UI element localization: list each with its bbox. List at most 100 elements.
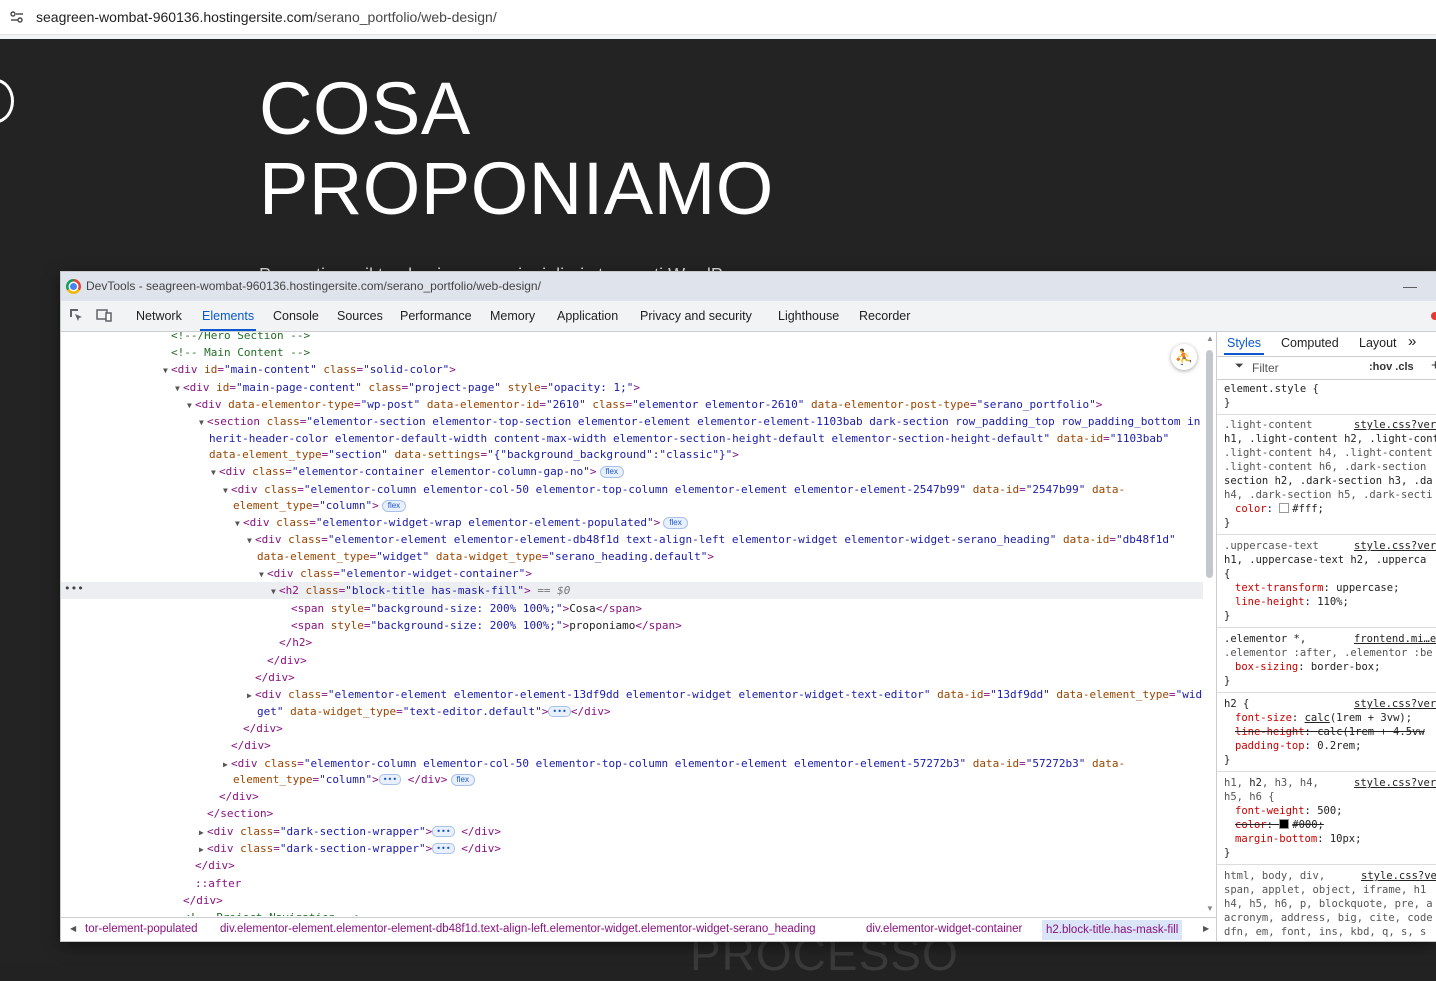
dom-line[interactable]: <!-- Project Navigation --> — [183, 909, 362, 916]
tab-memory[interactable]: Memory — [490, 309, 535, 323]
dom-line[interactable]: ::after — [195, 875, 241, 892]
style-rule-selector[interactable]: h4, h5, h6, p, blockquote, pre, a — [1224, 897, 1433, 911]
style-rule-selector[interactable]: section h2, .dark-section h3, .da — [1224, 474, 1433, 488]
dom-line[interactable]: </div> — [267, 652, 307, 669]
style-declaration[interactable]: color: #fff; — [1235, 502, 1324, 516]
accessibility-tree-icon[interactable]: ⛹ — [1171, 344, 1197, 370]
dom-line[interactable]: ▼ <section class="elementor-section eleme… — [199, 413, 1200, 430]
style-declaration[interactable]: box-sizing: border-box; — [1235, 660, 1380, 674]
elements-tree[interactable]: <!--/Hero Section --> <!-- Main Content … — [61, 332, 1216, 916]
dom-line[interactable]: ▼ <div class="elementor-element elementor… — [247, 531, 1176, 548]
inspect-element-icon[interactable] — [68, 307, 84, 323]
more-options-icon[interactable]: ••• — [64, 582, 84, 595]
style-rule-selector[interactable]: .elementor *, frontend.mi…e — [1224, 632, 1436, 646]
device-toolbar-icon[interactable] — [96, 307, 112, 323]
breadcrumb-right-icon[interactable]: ▶ — [1203, 924, 1209, 933]
flex-badge[interactable]: flex — [381, 500, 407, 512]
url-text[interactable]: seagreen-wombat-960136.hostingersite.com… — [36, 9, 497, 25]
style-rule-selector[interactable]: h1, .light-content h2, .light-cont — [1224, 432, 1436, 446]
style-declaration[interactable]: padding-top: 0.2rem; — [1235, 739, 1361, 753]
style-rule-selector[interactable]: .light-content h6, .dark-section — [1224, 460, 1426, 474]
style-declaration-overridden[interactable]: line-height: calc(1rem + 4.5vw — [1235, 725, 1425, 739]
stylesheet-link[interactable]: style.css?ver — [1354, 418, 1436, 432]
scroll-down-icon[interactable]: ▼ — [1206, 904, 1214, 913]
style-rule-selector[interactable]: .light-content style.css?ver — [1224, 418, 1436, 432]
tab-network[interactable]: Network — [136, 309, 182, 323]
dom-line[interactable]: ▶ <div class="dark-section-wrapper"> ••• <… — [199, 840, 501, 857]
style-declaration-overridden[interactable]: color: #000; — [1235, 818, 1324, 832]
tab-computed[interactable]: Computed — [1281, 336, 1339, 350]
dom-line[interactable]: </h2> — [279, 634, 312, 651]
style-declaration[interactable]: line-height: 110%; — [1235, 595, 1349, 609]
collapsed-content-icon[interactable]: ••• — [378, 774, 402, 785]
tab-elements[interactable]: Elements — [199, 309, 257, 331]
style-rule-selector[interactable]: span, applet, object, iframe, h1 — [1224, 883, 1426, 897]
dom-line[interactable]: ▼ <div data-elementor-type="wp-post" data… — [187, 396, 1102, 413]
tab-styles[interactable]: Styles — [1223, 336, 1265, 355]
minimize-icon[interactable]: — — [1403, 278, 1417, 294]
dom-line[interactable]: </div> — [219, 788, 259, 805]
more-tabs-icon[interactable]: » — [1408, 333, 1416, 350]
tab-lighthouse[interactable]: Lighthouse — [778, 309, 839, 323]
dom-line[interactable]: <!--/Hero Section --> — [171, 332, 310, 344]
tab-performance[interactable]: Performance — [400, 309, 472, 323]
tab-layout[interactable]: Layout — [1359, 336, 1397, 350]
flex-badge[interactable]: flex — [599, 466, 624, 478]
new-rule-icon[interactable]: + — [1431, 357, 1436, 374]
tab-privacy-security[interactable]: Privacy and security — [640, 309, 752, 323]
dom-line[interactable]: </div> — [183, 892, 223, 909]
style-rule-selector[interactable]: html, body, div, style.css?ve — [1224, 869, 1436, 883]
dom-line[interactable]: ▼ <div class="elementor-widget-wrap eleme… — [235, 514, 688, 531]
elements-scrollbar[interactable]: ▲ ▼ — [1204, 332, 1216, 916]
style-declaration[interactable]: margin-bottom: 10px; — [1235, 832, 1361, 846]
tab-console[interactable]: Console — [273, 309, 319, 323]
style-declaration[interactable]: font-weight: 500; — [1235, 804, 1343, 818]
dom-line[interactable]: ▼ <div id="main-page-content" class="proj… — [175, 379, 640, 396]
hov-cls-toggle[interactable]: :hov .cls — [1369, 361, 1414, 373]
tab-application[interactable]: Application — [557, 309, 618, 323]
breadcrumb-item[interactable]: tor-element-populated — [85, 923, 198, 935]
site-settings-icon[interactable] — [9, 9, 25, 25]
stylesheet-link[interactable]: style.css?ver — [1354, 776, 1436, 790]
dom-line[interactable]: </div> — [255, 669, 295, 686]
dom-line[interactable]: </section> — [207, 805, 273, 822]
error-indicator-icon[interactable] — [1431, 312, 1436, 320]
style-rule-selector[interactable]: h5, h6 { — [1224, 790, 1275, 804]
scroll-up-icon[interactable]: ▲ — [1206, 334, 1214, 343]
style-rule-selector[interactable]: h1, .uppercase-text h2, .upperca — [1224, 553, 1426, 567]
breadcrumb-item-active[interactable]: h2.block-title.has-mask-fill — [1042, 920, 1183, 940]
breadcrumb-item[interactable]: div.elementor-widget-container — [866, 923, 1022, 935]
style-rule-selector[interactable]: .uppercase-text style.css?ver — [1224, 539, 1436, 553]
style-rule-selector[interactable]: h1, h2, h3, h4, style.css?ver — [1224, 776, 1436, 790]
style-rule-selector[interactable]: acronym, address, big, cite, code — [1224, 911, 1433, 925]
flex-badge[interactable]: flex — [663, 517, 688, 529]
collapsed-content-icon[interactable]: ••• — [432, 843, 455, 854]
flex-badge[interactable]: flex — [450, 774, 475, 786]
dom-line[interactable]: ▼ <div class="elementor-column elementor-… — [223, 481, 1125, 498]
dom-line[interactable]: ▼ <div class="elementor-widget-container"… — [259, 565, 532, 582]
stylesheet-link[interactable]: style.css?ve — [1361, 869, 1436, 883]
dom-line[interactable]: ▼ <div class="elementor-container element… — [211, 463, 624, 480]
dom-line[interactable]: </div> — [243, 720, 283, 737]
dom-line[interactable]: ▶ <div class="elementor-element elementor… — [247, 686, 1202, 703]
breadcrumb-item[interactable]: div.elementor-element.elementor-element-… — [220, 923, 816, 935]
collapsed-content-icon[interactable]: ••• — [432, 826, 455, 837]
dom-line[interactable]: ▶ <div class="dark-section-wrapper"> ••• <… — [199, 823, 501, 840]
style-rule-selector[interactable]: .light-content h4, .light-content — [1224, 446, 1433, 460]
stylesheet-link[interactable]: frontend.mi…e — [1354, 632, 1436, 646]
style-declaration[interactable]: text-transform: uppercase; — [1235, 581, 1399, 595]
filter-input[interactable]: Filter — [1252, 361, 1279, 375]
tab-recorder[interactable]: Recorder — [859, 309, 910, 323]
style-declaration[interactable]: font-size: calc(1rem + 3vw); — [1235, 711, 1412, 725]
address-bar[interactable]: seagreen-wombat-960136.hostingersite.com… — [0, 0, 1436, 35]
dom-line[interactable]: <span style="background-size: 200% 100%;… — [291, 600, 642, 617]
tab-sources[interactable]: Sources — [337, 309, 383, 323]
style-rule-selector[interactable]: h4, .dark-section h5, .dark-secti — [1224, 488, 1433, 502]
dom-line[interactable]: <span style="background-size: 200% 100%;… — [291, 617, 682, 634]
dom-line[interactable]: <!-- Main Content --> — [171, 344, 310, 361]
style-rule-selector[interactable]: dfn, em, font, ins, kbd, q, s, s — [1224, 925, 1426, 939]
scrollbar-thumb[interactable] — [1206, 350, 1213, 578]
breadcrumb-left-icon[interactable]: ◀ — [70, 924, 76, 933]
style-rule-selector[interactable]: .elementor :after, .elementor :be — [1224, 646, 1433, 660]
dom-line[interactable]: </div> — [195, 857, 235, 874]
